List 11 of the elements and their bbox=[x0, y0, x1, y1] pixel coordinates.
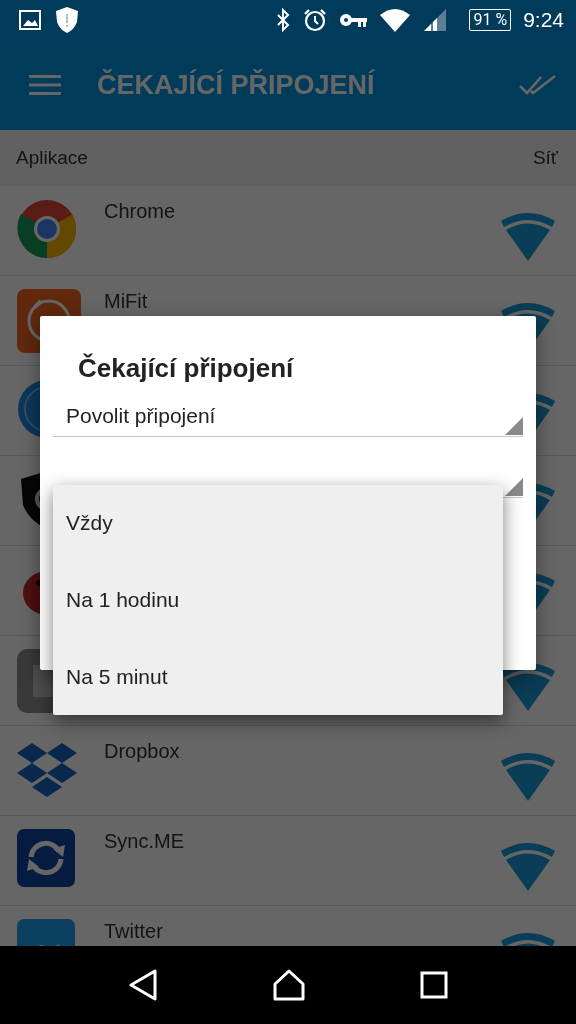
app-name: Sync.ME bbox=[104, 830, 186, 853]
column-heading: Síť bbox=[532, 147, 558, 169]
app-name: Chrome bbox=[104, 200, 177, 223]
app-name: MiFit bbox=[104, 290, 149, 313]
column-heading: Aplikace bbox=[16, 147, 88, 169]
app-name: Dropbox bbox=[104, 740, 181, 763]
battery-indicator: 91 % bbox=[469, 9, 512, 31]
toolbar-title: ČEKAJÍCÍ PŘIPOJENÍ bbox=[97, 69, 376, 101]
app-name: Twitter bbox=[104, 920, 164, 943]
dialog-title: Čekající připojení bbox=[78, 352, 295, 384]
clock-time: 9:24 bbox=[523, 8, 564, 32]
